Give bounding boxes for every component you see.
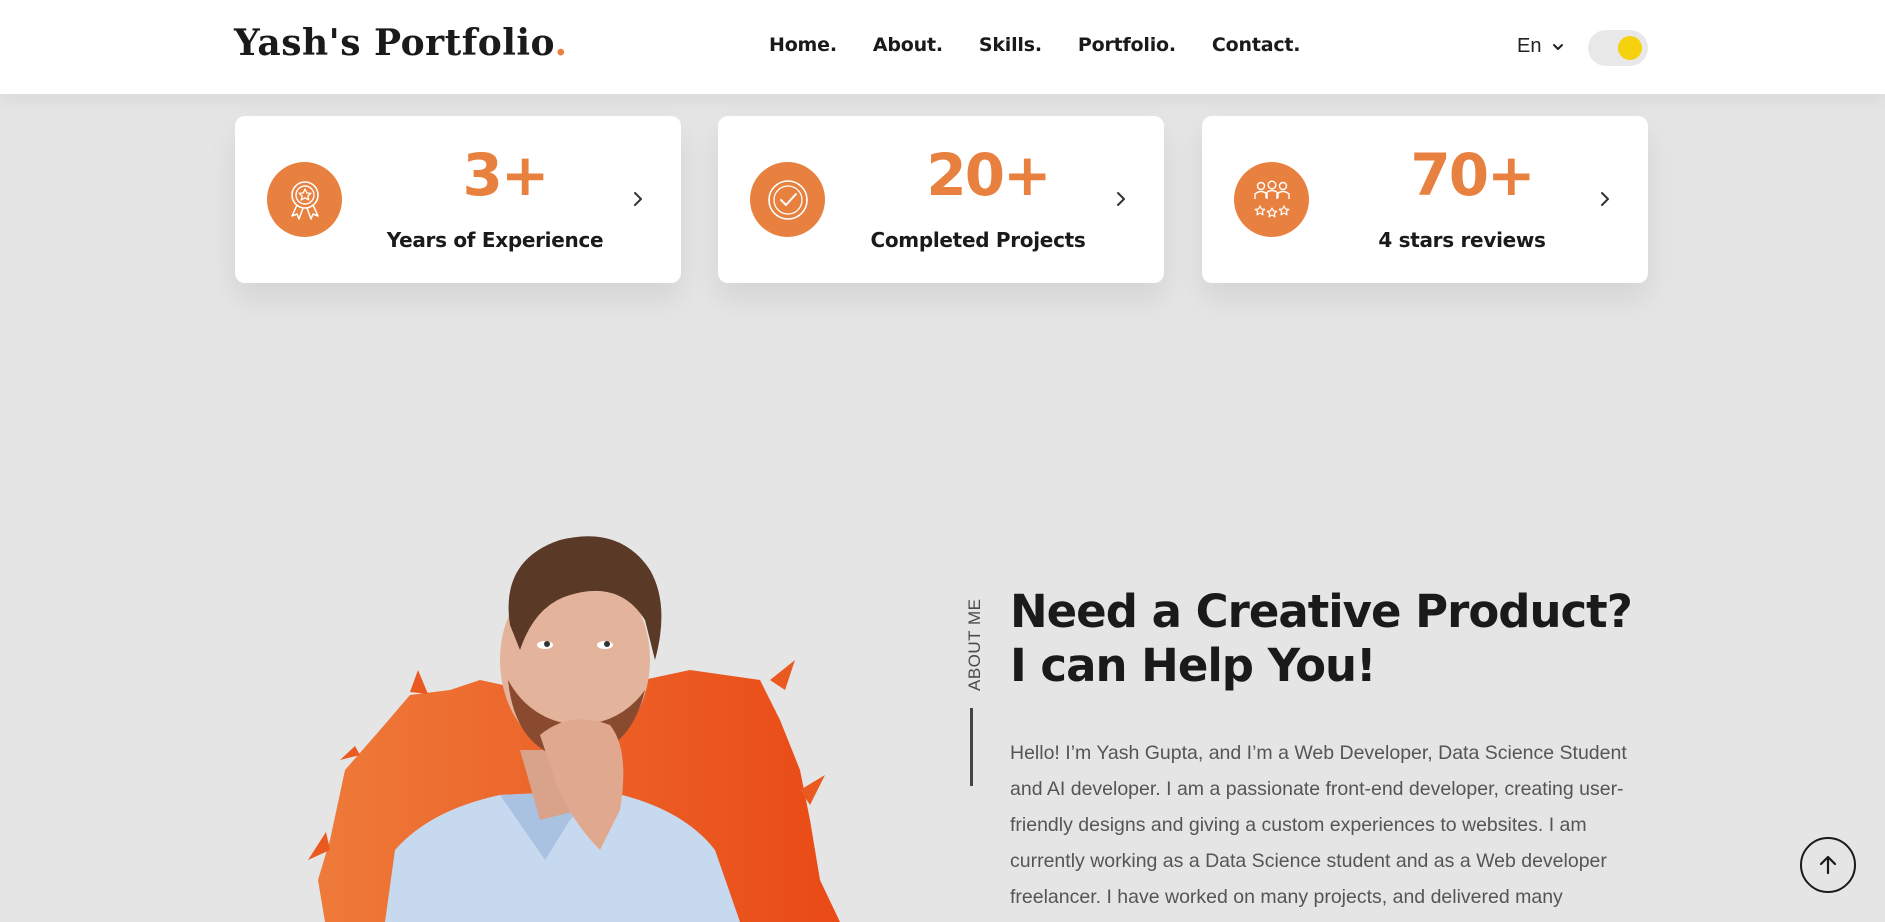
logo-text: Yash's Portfolio: [234, 22, 555, 64]
stat-label: Completed Projects: [870, 228, 1086, 252]
award-badge-icon: [267, 162, 342, 237]
stat-card-reviews[interactable]: 70+ 4 stars reviews: [1202, 116, 1648, 283]
about-text: Hello! I’m Yash Gupta, and I’m a Web Dev…: [1010, 742, 1627, 908]
about-divider: [970, 708, 973, 786]
site-logo[interactable]: Yash's Portfolio.: [234, 22, 567, 64]
scroll-to-top-button[interactable]: [1800, 837, 1856, 893]
profile-photo: [308, 536, 840, 922]
about-label-text: ABOUT ME: [965, 598, 984, 691]
nav-home[interactable]: Home.: [769, 34, 837, 56]
language-label: En: [1517, 35, 1542, 57]
about-title: Need a Creative Product? I can Help You!: [1010, 585, 1633, 692]
main-nav: Home. About. Skills. Portfolio. Contact.: [769, 34, 1336, 56]
chevron-right-icon: [1117, 192, 1125, 206]
stat-label: 4 stars reviews: [1378, 228, 1546, 252]
chevron-down-icon: [1553, 43, 1564, 50]
stat-value: 3+: [462, 141, 550, 209]
arrow-up-icon: [1819, 855, 1837, 875]
reviews-icon: [1234, 162, 1309, 237]
about-section-label: ABOUT ME: [958, 588, 988, 691]
stat-value: 20+: [926, 141, 1051, 209]
nav-about[interactable]: About.: [873, 34, 943, 56]
chevron-right-icon: [634, 192, 642, 206]
chevron-right-icon: [1601, 192, 1609, 206]
stat-card-experience[interactable]: 3+ Years of Experience: [235, 116, 681, 283]
nav-skills[interactable]: Skills.: [979, 34, 1042, 56]
language-selector[interactable]: En: [1517, 35, 1565, 58]
stat-card-projects[interactable]: 20+ Completed Projects: [718, 116, 1164, 283]
check-circle-icon: [750, 162, 825, 237]
stat-label: Years of Experience: [386, 228, 604, 252]
theme-toggle[interactable]: [1588, 30, 1648, 66]
logo-dot: .: [554, 22, 568, 64]
site-header: Yash's Portfolio. Home. About. Skills. P…: [0, 0, 1885, 94]
nav-contact[interactable]: Contact.: [1212, 34, 1301, 56]
stat-value: 70+: [1410, 141, 1535, 209]
nav-portfolio[interactable]: Portfolio.: [1078, 34, 1176, 56]
toggle-knob: [1618, 36, 1642, 60]
